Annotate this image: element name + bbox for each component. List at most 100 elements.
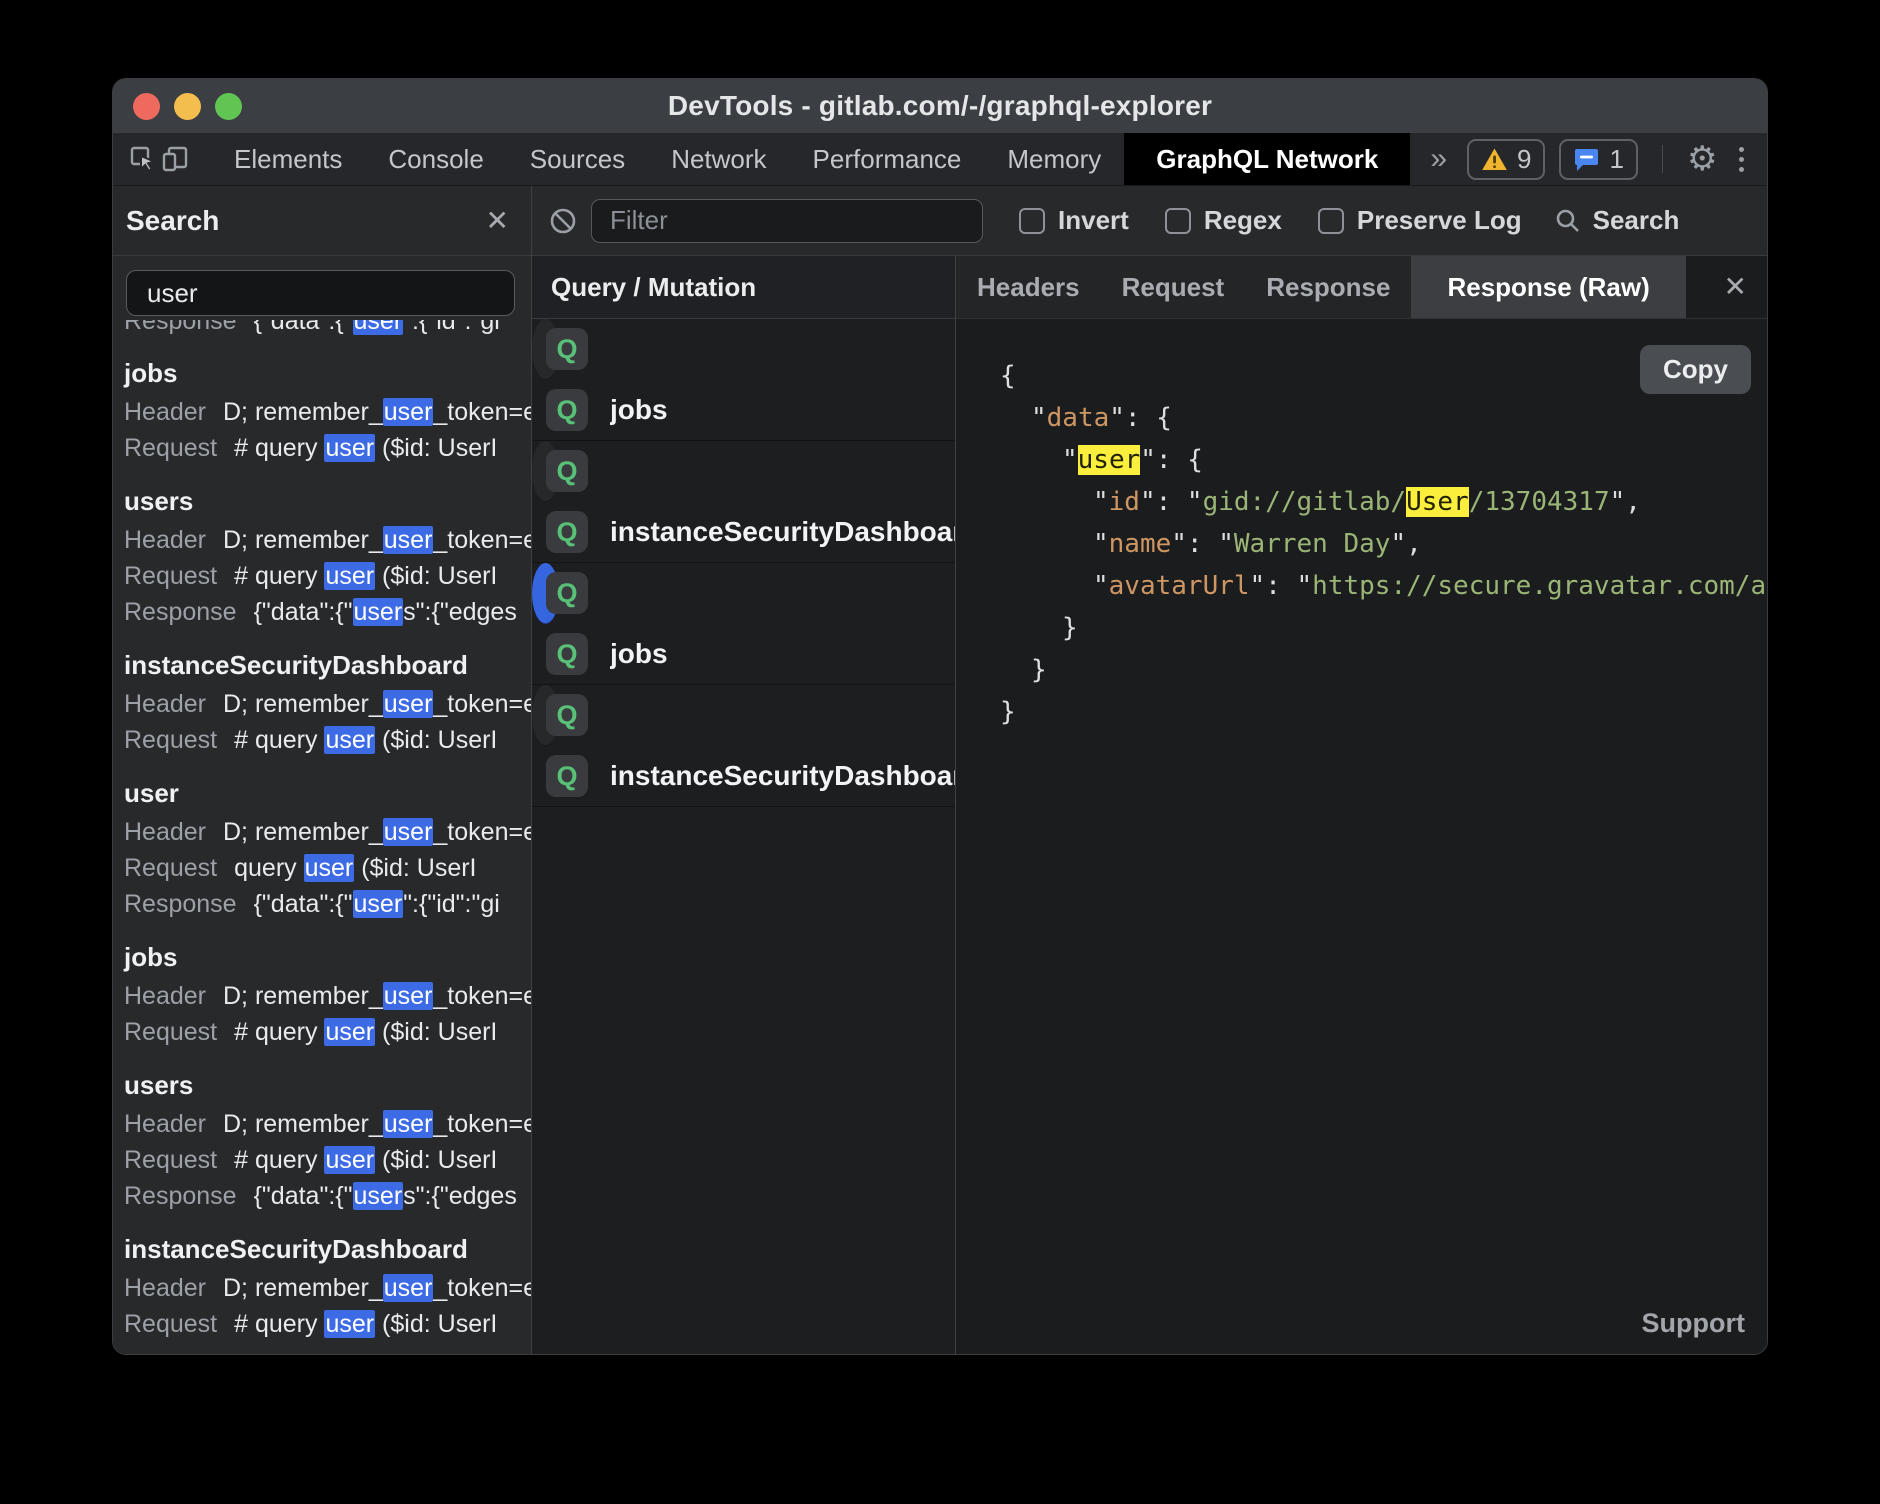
search-result-group-title[interactable]: jobs: [124, 940, 531, 974]
result-row-label: Header: [124, 818, 206, 846]
search-result-group: instanceSecurityDashboard Header D; rememb…: [124, 648, 531, 758]
query-row-users[interactable]: Qusers: [532, 685, 559, 746]
result-row-label: Header: [124, 526, 206, 554]
result-row-value: # query user ($id: UserI: [234, 1310, 497, 1338]
devtools-tabs: ElementsConsoleSourcesNetworkPerformance…: [211, 133, 1410, 185]
query-row-user[interactable]: Quser: [532, 563, 559, 624]
json-line: "id": "gid://gitlab/User/13704317",: [956, 481, 1767, 523]
result-row-label: Header: [124, 690, 206, 718]
filter-input[interactable]: [591, 199, 983, 243]
toolbar-search-button[interactable]: Search: [1554, 205, 1680, 236]
tab-network[interactable]: Network: [648, 133, 789, 185]
result-row-value: D; remember_user_token=e: [223, 690, 531, 718]
search-result-group-title[interactable]: users: [124, 484, 531, 518]
search-panel-close-icon[interactable]: ✕: [486, 207, 509, 235]
search-result-row[interactable]: Request# query user ($id: UserI: [124, 558, 531, 594]
search-result-row[interactable]: HeaderD; remember_user_token=e: [124, 394, 531, 430]
regex-checkbox-group: Regex: [1165, 205, 1282, 236]
invert-checkbox-group: Invert: [1019, 205, 1129, 236]
search-result-row[interactable]: HeaderD; remember_user_token=e: [124, 978, 531, 1014]
search-result-row[interactable]: HeaderD; remember_user_token=e: [124, 1106, 531, 1142]
result-row-label: Request: [124, 854, 217, 882]
search-result-row[interactable]: Header D; remember_user_token=e: [124, 522, 531, 558]
result-row-value: {"data":{"users":{"edges: [254, 1182, 517, 1210]
preserve-log-checkbox[interactable]: [1318, 208, 1344, 234]
query-row-instancesecuritydashboard[interactable]: QinstanceSecurityDashboard: [532, 502, 955, 563]
maximize-traffic-light[interactable]: [215, 93, 242, 120]
minimize-traffic-light[interactable]: [174, 93, 201, 120]
close-traffic-light[interactable]: [133, 93, 160, 120]
warnings-badge[interactable]: 9: [1467, 139, 1545, 180]
result-row-label: Response: [124, 1182, 237, 1210]
invert-checkbox[interactable]: [1019, 208, 1045, 234]
detail-tab-headers[interactable]: Headers: [956, 256, 1101, 318]
search-input-wrap: [113, 256, 531, 320]
query-row-users[interactable]: Qusers: [532, 441, 559, 502]
search-result-group-title[interactable]: user: [124, 776, 531, 810]
result-row-value: # query user ($id: UserI: [234, 1018, 497, 1046]
tab-elements[interactable]: Elements: [211, 133, 365, 185]
json-line: "data": {: [956, 397, 1767, 439]
search-result-row[interactable]: HeaderD; remember_user_token=e: [124, 814, 531, 850]
query-type-badge: Q: [546, 572, 588, 614]
search-result-row[interactable]: HeaderD; remember_user_token=e: [124, 1270, 531, 1306]
search-result-row[interactable]: Response{"data":{"user":{"id":"gi: [124, 886, 531, 922]
settings-gear-icon[interactable]: ⚙: [1687, 142, 1717, 176]
tab-performance[interactable]: Performance: [790, 133, 985, 185]
detail-tab-request[interactable]: Request: [1101, 256, 1246, 318]
result-row-label: Request: [124, 434, 217, 462]
search-result-row[interactable]: Request# query user ($id: UserI: [124, 722, 531, 758]
result-row-value: D; remember_user_token=e: [223, 398, 531, 426]
kebab-menu-icon[interactable]: [1731, 147, 1752, 172]
search-result-group-title[interactable]: jobs: [124, 356, 531, 390]
clear-requests-icon[interactable]: [548, 206, 578, 236]
regex-checkbox[interactable]: [1165, 208, 1191, 234]
detail-tabs-row: HeadersRequestResponseResponse (Raw) ✕: [956, 256, 1767, 319]
detail-tab-response[interactable]: Response: [1245, 256, 1411, 318]
result-row-value: # query user ($id: UserI: [234, 562, 497, 590]
search-result-row[interactable]: Request# query user ($id: UserI: [124, 1306, 531, 1342]
search-result-row[interactable]: Response{"data":{"users":{"edges: [124, 594, 531, 630]
query-row-jobs[interactable]: Qjobs: [532, 380, 955, 441]
result-row-label: Request: [124, 726, 217, 754]
result-row-label: Response: [124, 890, 237, 918]
search-result-row[interactable]: Response {"data":{"users":{"edges: [124, 1178, 531, 1214]
search-input[interactable]: [126, 270, 515, 316]
search-result-row[interactable]: Request# query user ($id: UserI: [124, 1014, 531, 1050]
query-type-badge: Q: [546, 755, 588, 797]
search-result-row[interactable]: Header D; remember_user_token=e: [124, 686, 531, 722]
search-result-row[interactable]: Requestquery user ($id: UserI: [124, 850, 531, 886]
copy-button[interactable]: Copy: [1640, 345, 1751, 394]
search-result-row[interactable]: Request# query user ($id: UserI: [124, 430, 531, 466]
detail-tab-response-raw[interactable]: Response (Raw): [1411, 256, 1685, 318]
inspect-element-icon[interactable]: [127, 139, 159, 179]
window-titlebar: DevTools - gitlab.com/-/graphql-explorer: [113, 79, 1767, 133]
tab-graphql-network[interactable]: GraphQL Network: [1124, 133, 1410, 185]
search-result-group-title[interactable]: instanceSecurityDashboard: [124, 1232, 531, 1266]
tab-console[interactable]: Console: [365, 133, 506, 185]
search-result-group-title[interactable]: instanceSecurityDashboard: [124, 648, 531, 682]
search-result-group: users Header D; remember_user_token=e Reque…: [124, 484, 531, 630]
tab-memory[interactable]: Memory: [984, 133, 1124, 185]
query-row-jobs[interactable]: Qjobs: [532, 624, 955, 685]
search-results-list: Response{"data":{"user":{"id":"gi jobs Hea…: [113, 320, 531, 1355]
tab-sources[interactable]: Sources: [507, 133, 648, 185]
detail-close-icon[interactable]: ✕: [1724, 273, 1747, 301]
query-row-user[interactable]: Quser: [532, 319, 559, 380]
result-row-value: D; remember_user_token=e: [223, 526, 531, 554]
messages-badge[interactable]: 1: [1559, 139, 1637, 180]
preserve-log-label: Preserve Log: [1357, 205, 1522, 236]
search-result-group: instanceSecurityDashboard HeaderD; rememb…: [124, 1232, 531, 1342]
query-row-instancesecuritydashboard[interactable]: QinstanceSecurityDashboard: [532, 746, 955, 807]
device-toolbar-icon[interactable]: [159, 139, 191, 179]
network-area: Invert Regex Preserve Log Search: [532, 186, 1767, 1355]
search-result-row[interactable]: Response{"data":{"user":{"id":"gi: [124, 320, 531, 338]
search-result-row[interactable]: Request# query user ($id: UserI: [124, 1142, 531, 1178]
search-panel-header: Search ✕: [113, 186, 531, 256]
support-link[interactable]: Support: [1642, 1302, 1745, 1344]
tabs-overflow-chevron[interactable]: »: [1410, 142, 1467, 176]
search-result-group-title[interactable]: users: [124, 1068, 531, 1102]
devtools-window: DevTools - gitlab.com/-/graphql-explorer…: [112, 78, 1768, 1355]
search-result-group: jobsHeaderD; remember_user_token=eReques…: [124, 356, 531, 466]
result-row-label: Response: [124, 320, 237, 335]
